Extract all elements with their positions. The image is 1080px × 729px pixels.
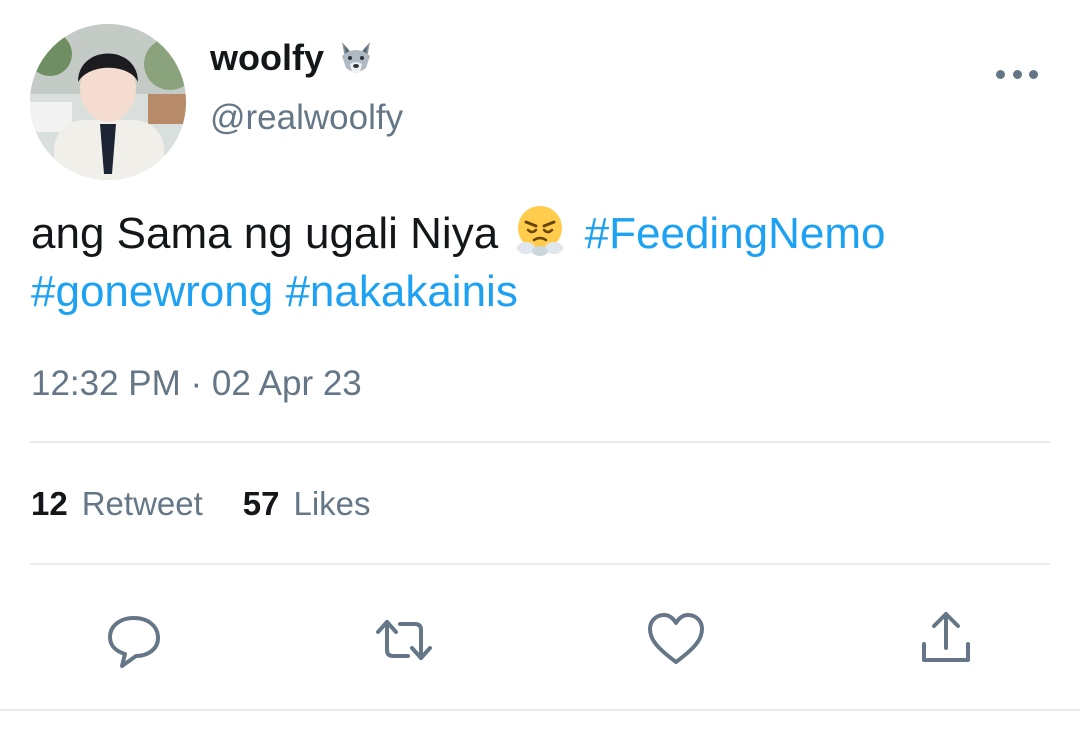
more-options-button[interactable] [996,60,1038,88]
retweet-button[interactable] [374,610,434,670]
tweet-stats: 12 Retweet 57 Likes [31,482,371,526]
display-name[interactable]: woolfy [210,36,376,80]
face-with-steam-icon [514,204,566,256]
share-button[interactable] [916,610,976,670]
reply-icon [108,616,160,668]
likes-label: Likes [293,485,371,522]
more-dot [1012,69,1022,79]
divider [30,441,1050,443]
hashtag-link[interactable]: #FeedingNemo [585,209,886,258]
more-dot [996,69,1005,79]
more-dot [1029,69,1038,79]
tweet-body: ang Sama ng ugali Niya [31,209,499,258]
hashtag-link[interactable]: #nakakainis [285,267,517,316]
user-handle[interactable]: @realwoolfy [210,96,403,140]
avatar[interactable] [30,24,186,180]
reply-button[interactable] [104,610,164,670]
tweet-text: ang Sama ng ugali Niya #FeedingNemo #gon… [31,204,1041,321]
tweet-detail: woolfy @realwoolfy ang Sama ng ugali Niy… [0,0,1080,729]
retweet-icon [376,620,432,660]
like-button[interactable] [646,610,706,670]
likes-count: 57 [242,485,280,522]
retweet-count-link[interactable]: 12 Retweet [31,482,203,526]
share-icon [922,612,970,662]
wolf-face-icon [336,38,376,78]
tweet-timestamp[interactable]: 12:32 PM · 02 Apr 23 [31,362,362,406]
hashtag-link[interactable]: #gonewrong [31,267,273,316]
retweet-count: 12 [31,485,68,522]
display-name-text: woolfy [210,37,324,78]
divider [0,709,1080,711]
likes-count-link[interactable]: 57 Likes [243,482,371,526]
like-icon [648,613,704,664]
divider [30,563,1050,565]
retweet-label: Retweet [81,485,203,522]
